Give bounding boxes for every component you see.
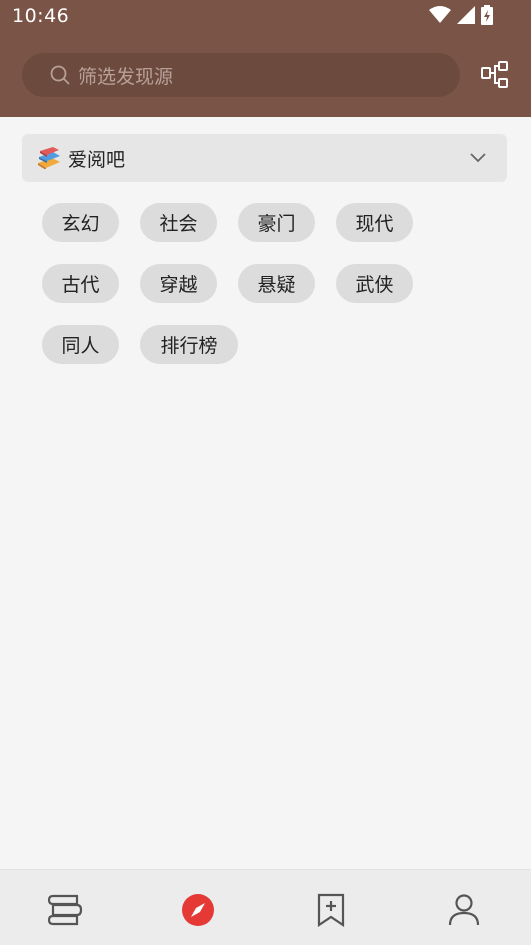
bookshelf-icon [47,894,83,926]
tag-chip[interactable]: 玄幻 [42,203,119,242]
wifi-icon [429,6,451,23]
battery-icon [481,5,493,25]
bottom-navigation [0,869,531,945]
tag-chip[interactable]: 豪门 [238,203,315,242]
source-name: 爱阅吧 [68,148,126,171]
search-icon [50,65,70,85]
bookmark-add-icon [317,893,345,927]
tag-chip[interactable]: 排行榜 [140,325,238,364]
signal-icon [457,6,475,24]
compass-icon [182,894,214,926]
tag-chip[interactable]: 古代 [42,264,119,303]
nav-profile[interactable] [444,890,484,930]
status-icons [429,5,493,25]
tag-chip[interactable]: 武侠 [336,264,413,303]
tag-chip[interactable]: 穿越 [140,264,217,303]
nav-bookshelf[interactable] [45,890,85,930]
search-input[interactable]: 筛选发现源 [22,53,460,97]
source-selector[interactable]: 爱阅吧 [22,134,507,182]
tag-chip[interactable]: 现代 [336,203,413,242]
nav-bookmarks[interactable] [311,890,351,930]
app-header: 10:46 筛选发现源 [0,0,531,117]
books-icon [38,147,60,169]
network-share-icon[interactable] [480,60,510,90]
nav-discover[interactable] [178,890,218,930]
chevron-down-icon[interactable] [469,148,487,166]
status-time: 10:46 [12,5,70,27]
tag-chip[interactable]: 社会 [140,203,217,242]
person-icon [448,894,480,926]
tag-chip[interactable]: 悬疑 [238,264,315,303]
search-placeholder: 筛选发现源 [78,65,174,88]
tag-chip[interactable]: 同人 [42,325,119,364]
status-bar: 10:46 [0,0,531,34]
